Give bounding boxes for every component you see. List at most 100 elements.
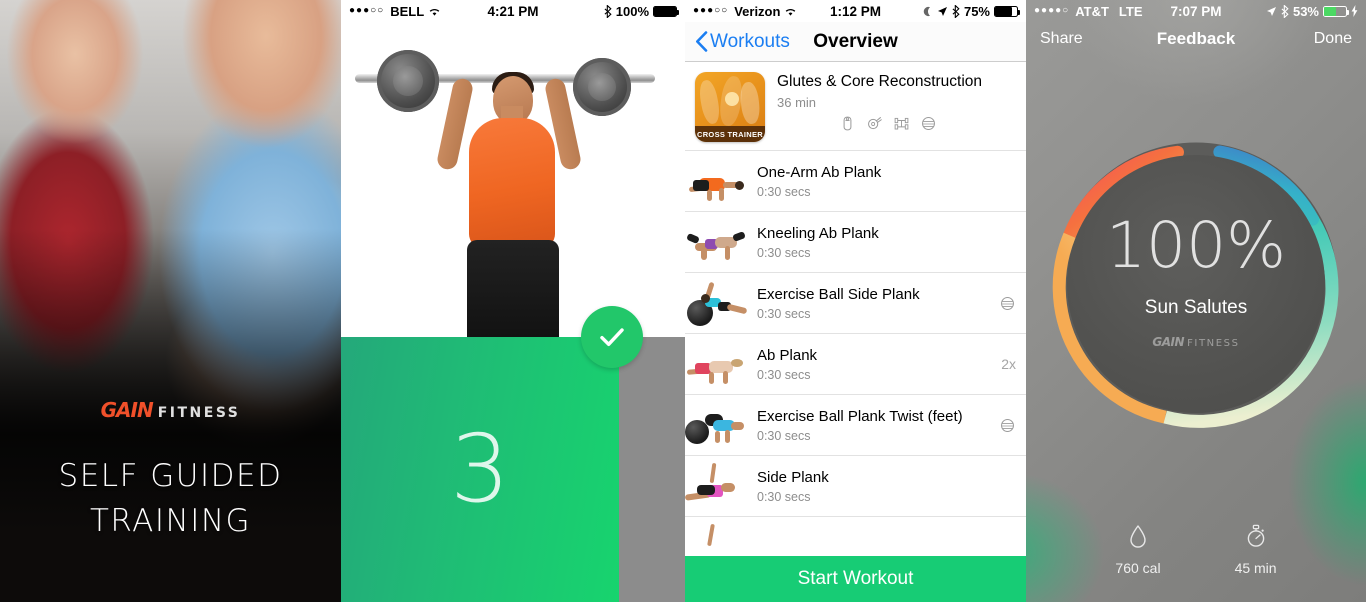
barbell-plate-right (573, 58, 631, 116)
status-bar-countdown: ●●●○○ BELL 4:21 PM 100% (341, 0, 685, 22)
exercise-duration: 0:30 secs (757, 184, 811, 199)
exercise-ball-icon (921, 117, 935, 131)
status-bar-right: 53% (1266, 4, 1358, 19)
workout-name: Glutes & Core Reconstruction (777, 73, 983, 90)
gain-fitness-logo: GAIN FITNESS (18, 398, 323, 422)
status-bar-right: 100% (604, 4, 679, 19)
exercise-thumbnail (685, 278, 753, 328)
bluetooth-icon (1281, 4, 1289, 18)
workout-category-badge: CROSS TRAINER (695, 126, 765, 142)
exercise-name: Side Plank (757, 468, 829, 486)
exercise-list[interactable]: CROSS TRAINER Glutes & Core Reconstructi… (685, 62, 1026, 602)
exercise-duration: 0:30 secs (757, 245, 811, 260)
stopwatch-icon (1247, 524, 1264, 547)
screen-workout-summary: ●●●●○ AT&T LTE 7:07 PM 53% Share Feedbac… (1026, 0, 1366, 602)
kettlebell-icon (843, 116, 851, 131)
screen-countdown: ●●●○○ BELL 4:21 PM 100% 3 (341, 0, 685, 602)
calories-stat: 760 cal (1115, 524, 1161, 578)
exercise-thumbnail (685, 339, 753, 389)
share-button[interactable]: Share (1040, 30, 1083, 48)
athlete-shorts (467, 240, 559, 344)
battery-icon (653, 5, 679, 17)
exercise-row[interactable]: Ab Plank 0:30 secs 2x (685, 334, 1026, 395)
exercise-row[interactable]: Exercise Ball Side Plank 0:30 secs (685, 273, 1026, 334)
battery-percent-label: 53% (1292, 3, 1319, 19)
summary-stats: 760 cal 45 min (1026, 524, 1366, 578)
status-bar-right: 75% (922, 3, 1020, 19)
exercise-thumbnail (685, 400, 753, 450)
logo-fitness-text: FITNESS (1187, 337, 1240, 349)
carrier-label: BELL (390, 3, 425, 19)
exercise-name: Exercise Ball Plank Twist (feet) (757, 407, 963, 425)
exercise-ball-icon (1001, 296, 1014, 310)
progress-percent: 100% (1105, 208, 1287, 282)
network-type-label: LTE (1118, 3, 1143, 19)
exercise-meta: 2x (995, 356, 1016, 372)
exercise-ball-icon (1001, 418, 1014, 432)
workout-equipment-list (777, 115, 1016, 132)
status-bar-left: ●●●○○ Verizon (693, 4, 797, 19)
bluetooth-icon (952, 4, 960, 18)
workout-summary-info: Glutes & Core Reconstruction 36 min (765, 72, 1016, 132)
complete-check-button[interactable] (581, 306, 643, 368)
dumbbell-rack-icon (894, 118, 908, 130)
status-bar-overview: ●●●○○ Verizon 1:12 PM 75% (685, 0, 1026, 22)
navigation-bar: Workouts Overview (685, 22, 1026, 62)
weight-plate-icon (867, 117, 882, 130)
exercise-meta (993, 417, 1016, 434)
start-workout-button[interactable]: Start Workout (685, 556, 1026, 602)
status-bar-left: ●●●○○ BELL (349, 4, 441, 19)
splash-headline-line2: TRAINING (89, 503, 252, 540)
chevron-left-icon (696, 31, 708, 52)
signal-dots-icon: ●●●●○ (1034, 5, 1070, 16)
exercise-row[interactable]: Side Plank 0:30 secs (685, 456, 1026, 517)
screenshot-gallery: GAIN FITNESS SELF GUIDED TRAINING ●●●○○ B… (0, 0, 1366, 602)
exercise-row[interactable]: Exercise Ball Plank Twist (feet) 0:30 se… (685, 395, 1026, 456)
workout-duration: 36 min (777, 95, 817, 111)
exercise-info: Exercise Ball Plank Twist (feet) 0:30 se… (753, 408, 993, 443)
exercise-row[interactable]: One-Arm Ab Plank 0:30 secs (685, 151, 1026, 212)
exercise-row[interactable]: Kneeling Ab Plank 0:30 secs (685, 212, 1026, 273)
exercise-duration: 0:30 secs (757, 306, 811, 321)
location-arrow-icon (1266, 6, 1276, 16)
battery-icon (1323, 5, 1349, 17)
duration-value: 45 min (1234, 560, 1277, 576)
exercise-photo-overhead-press (341, 22, 685, 344)
carrier-label: Verizon (734, 3, 781, 19)
splash-text-block: GAIN FITNESS SELF GUIDED TRAINING (0, 398, 341, 602)
calories-value: 760 cal (1115, 560, 1161, 576)
battery-percent-label: 75% (963, 3, 990, 19)
location-arrow-icon (937, 6, 947, 16)
exercise-thumbnail (685, 156, 753, 206)
workout-summary-row[interactable]: CROSS TRAINER Glutes & Core Reconstructi… (685, 62, 1026, 151)
done-button[interactable]: Done (1314, 30, 1352, 48)
logo-gain-text: GAIN (100, 398, 154, 423)
checkmark-icon (600, 328, 624, 347)
back-to-workouts-button[interactable]: Workouts (695, 31, 790, 53)
duration-stat: 45 min (1235, 524, 1277, 578)
exercise-info: Exercise Ball Side Plank 0:30 secs (753, 286, 993, 321)
back-button-label: Workouts (710, 30, 790, 52)
wifi-icon (429, 8, 440, 16)
logo-fitness-text: FITNESS (157, 405, 241, 422)
exercise-duration: 0:30 secs (757, 428, 811, 443)
exercise-name: Kneeling Ab Plank (757, 224, 879, 242)
status-bar-summary: ●●●●○ AT&T LTE 7:07 PM 53% (1026, 0, 1366, 22)
splash-headline: SELF GUIDED TRAINING (18, 454, 323, 544)
exercise-thumbnail (685, 461, 753, 511)
flame-drop-icon (1130, 525, 1146, 548)
signal-dots-icon: ●●●○○ (349, 5, 385, 16)
exercise-reps-badge: 2x (1001, 356, 1016, 372)
carrier-label: AT&T (1075, 3, 1109, 19)
exercise-name: One-Arm Ab Plank (757, 163, 882, 181)
exercise-info (753, 538, 1016, 556)
logo-gain-text: GAIN (1152, 334, 1185, 349)
exercise-info: Ab Plank 0:30 secs (753, 347, 995, 382)
do-not-disturb-moon-icon (923, 6, 930, 16)
summary-workout-name: Sun Salutes (1144, 296, 1248, 318)
progress-ring-center: 100% Sun Salutes GAIN FITNESS (1067, 155, 1325, 413)
barbell-plate-left (377, 50, 439, 112)
exercise-info: Side Plank 0:30 secs (753, 469, 1010, 504)
signal-dots-icon: ●●●○○ (693, 5, 729, 16)
screen-splash: GAIN FITNESS SELF GUIDED TRAINING (0, 0, 341, 602)
